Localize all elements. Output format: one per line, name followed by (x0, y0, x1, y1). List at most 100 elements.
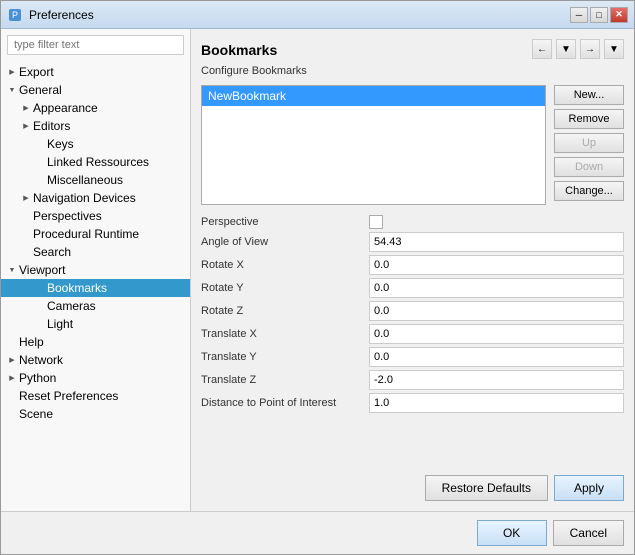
toolbar-down-button[interactable]: ▼ (604, 39, 624, 59)
tree-label: Export (19, 65, 186, 79)
cancel-button[interactable]: Cancel (553, 520, 624, 546)
toolbar-back-button[interactable]: ← (532, 39, 552, 59)
tree-label: Perspectives (33, 209, 186, 223)
action-buttons: Restore Defaults Apply (201, 475, 624, 501)
apply-button[interactable]: Apply (554, 475, 624, 501)
restore-defaults-button[interactable]: Restore Defaults (425, 475, 548, 501)
prop-value-perspective[interactable] (369, 215, 624, 229)
prop-value-rotate-x[interactable]: 0.0 (369, 255, 624, 275)
close-button[interactable]: ✕ (610, 7, 628, 23)
minimize-button[interactable]: ─ (570, 7, 588, 23)
prop-label-distance-to-poi: Distance to Point of Interest (201, 397, 361, 409)
toolbar-forward-button[interactable]: → (580, 39, 600, 59)
tree-item-cameras[interactable]: Cameras (1, 297, 190, 315)
tree-item-miscellaneous[interactable]: Miscellaneous (1, 171, 190, 189)
tree-item-navigation-devices[interactable]: ▶Navigation Devices (1, 189, 190, 207)
configure-label: Configure Bookmarks (201, 65, 624, 77)
title-bar: P Preferences ─ □ ✕ (1, 1, 634, 29)
tree-label: Python (19, 371, 186, 385)
tree-item-help[interactable]: Help (1, 333, 190, 351)
tree-view: ▶Export▼General▶Appearance▶EditorsKeysLi… (1, 61, 190, 511)
tree-label: Search (33, 245, 186, 259)
expand-spacer (5, 335, 19, 349)
content-area: ▶Export▼General▶Appearance▶EditorsKeysLi… (1, 29, 634, 511)
prop-value-rotate-z[interactable]: 0.0 (369, 301, 624, 321)
toolbar-dropdown-button[interactable]: ▼ (556, 39, 576, 59)
left-panel: ▶Export▼General▶Appearance▶EditorsKeysLi… (1, 29, 191, 511)
maximize-button[interactable]: □ (590, 7, 608, 23)
tree-item-export[interactable]: ▶Export (1, 63, 190, 81)
tree-label: Cameras (47, 299, 186, 313)
expand-icon: ▶ (19, 119, 33, 133)
new-button[interactable]: New... (554, 85, 624, 105)
tree-item-perspectives[interactable]: Perspectives (1, 207, 190, 225)
tree-item-linked-resources[interactable]: Linked Ressources (1, 153, 190, 171)
tree-item-python[interactable]: ▶Python (1, 369, 190, 387)
right-panel: Bookmarks ← ▼ → ▼ Configure Bookmarks Ne… (191, 29, 634, 511)
svg-text:P: P (12, 10, 18, 20)
prop-value-distance-to-poi[interactable]: 1.0 (369, 393, 624, 413)
toolbar: ← ▼ → ▼ (532, 39, 624, 59)
window-controls: ─ □ ✕ (570, 7, 628, 23)
prop-label-rotate-y: Rotate Y (201, 282, 361, 294)
tree-item-appearance[interactable]: ▶Appearance (1, 99, 190, 117)
remove-button[interactable]: Remove (554, 109, 624, 129)
expand-icon: ▶ (19, 101, 33, 115)
prop-label-angle-of-view: Angle of View (201, 236, 361, 248)
expand-icon: ▼ (5, 83, 19, 97)
prop-label-translate-y: Translate Y (201, 351, 361, 363)
tree-item-editors[interactable]: ▶Editors (1, 117, 190, 135)
down-button[interactable]: Down (554, 157, 624, 177)
expand-spacer (19, 227, 33, 241)
expand-spacer (33, 281, 47, 295)
prop-label-rotate-x: Rotate X (201, 259, 361, 271)
prop-value-angle-of-view[interactable]: 54.43 (369, 232, 624, 252)
section-title: Bookmarks (201, 42, 277, 58)
bottom-bar: OK Cancel (1, 511, 634, 554)
tree-item-procedural-runtime[interactable]: Procedural Runtime (1, 225, 190, 243)
section-header-row: Bookmarks ← ▼ → ▼ (201, 39, 624, 65)
tree-label: Editors (33, 119, 186, 133)
prop-label-translate-x: Translate X (201, 328, 361, 340)
bookmark-buttons: New... Remove Up Down Change... (554, 85, 624, 205)
prop-value-translate-y[interactable]: 0.0 (369, 347, 624, 367)
tree-label: Scene (19, 407, 186, 421)
tree-label: Bookmarks (47, 281, 186, 295)
tree-item-bookmarks[interactable]: Bookmarks (1, 279, 190, 297)
tree-label: Miscellaneous (47, 173, 186, 187)
bookmark-item-new-bookmark[interactable]: NewBookmark (202, 86, 545, 106)
change-button[interactable]: Change... (554, 181, 624, 201)
expand-spacer (19, 245, 33, 259)
bookmark-list[interactable]: NewBookmark (201, 85, 546, 205)
expand-icon: ▶ (5, 371, 19, 385)
prop-value-translate-x[interactable]: 0.0 (369, 324, 624, 344)
prop-label-translate-z: Translate Z (201, 374, 361, 386)
filter-input[interactable] (7, 35, 184, 55)
tree-item-scene[interactable]: Scene (1, 405, 190, 423)
tree-item-viewport[interactable]: ▼Viewport (1, 261, 190, 279)
tree-item-light[interactable]: Light (1, 315, 190, 333)
tree-item-general[interactable]: ▼General (1, 81, 190, 99)
tree-label: Keys (47, 137, 186, 151)
tree-label: Viewport (19, 263, 186, 277)
expand-spacer (5, 389, 19, 403)
expand-spacer (33, 317, 47, 331)
prop-value-rotate-y[interactable]: 0.0 (369, 278, 624, 298)
up-button[interactable]: Up (554, 133, 624, 153)
tree-item-search[interactable]: Search (1, 243, 190, 261)
prop-value-translate-z[interactable]: -2.0 (369, 370, 624, 390)
expand-spacer (19, 209, 33, 223)
prop-checkbox-perspective[interactable] (369, 215, 383, 229)
expand-spacer (5, 407, 19, 421)
tree-label: Reset Preferences (19, 389, 186, 403)
tree-label: Navigation Devices (33, 191, 186, 205)
ok-button[interactable]: OK (477, 520, 547, 546)
tree-item-keys[interactable]: Keys (1, 135, 190, 153)
tree-item-network[interactable]: ▶Network (1, 351, 190, 369)
properties-grid: PerspectiveAngle of View54.43Rotate X0.0… (201, 215, 624, 413)
preferences-window: P Preferences ─ □ ✕ ▶Export▼General▶Appe… (0, 0, 635, 555)
window-title: Preferences (29, 8, 94, 22)
expand-icon: ▶ (5, 353, 19, 367)
tree-label: Appearance (33, 101, 186, 115)
tree-item-reset-preferences[interactable]: Reset Preferences (1, 387, 190, 405)
